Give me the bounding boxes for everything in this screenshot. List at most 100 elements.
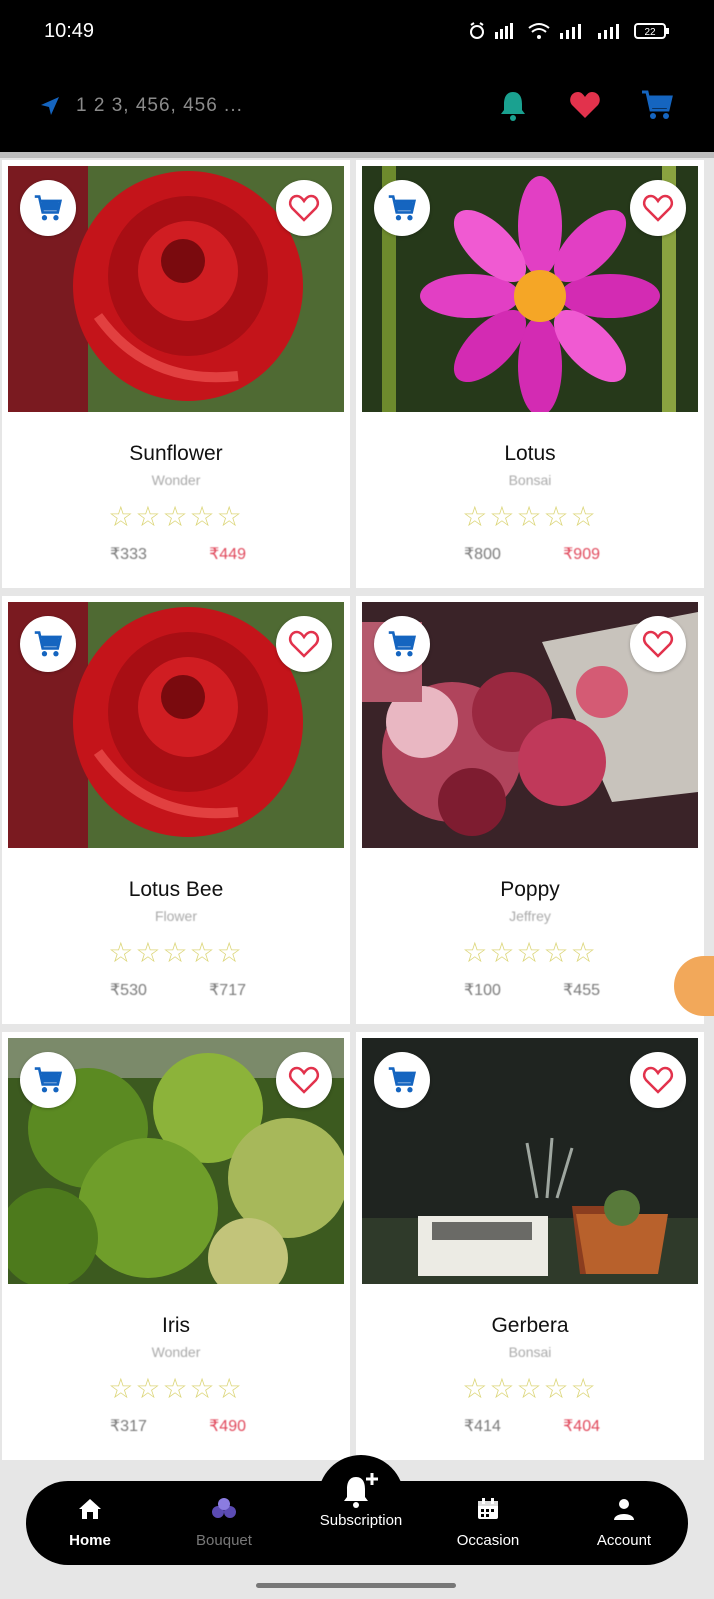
rating-stars: ☆☆☆☆☆ (108, 501, 244, 532)
notification-bell-icon[interactable] (496, 88, 530, 122)
heart-outline-icon (642, 630, 674, 658)
heart-outline-icon (288, 194, 320, 222)
status-time: 10:49 (44, 20, 95, 42)
sale-price: ₹449 (209, 546, 246, 563)
product-category: Wonder (151, 1344, 201, 1360)
add-to-wishlist-button[interactable] (276, 180, 332, 236)
product-name: Lotus Bee (128, 878, 224, 901)
nav-account[interactable]: Account (586, 1496, 662, 1549)
cellular-icon (560, 24, 581, 39)
product-card[interactable]: Lotus Bonsai ☆☆☆☆☆ ₹800 ₹909 (356, 160, 704, 588)
sale-price: ₹717 (209, 982, 246, 999)
cart-icon (34, 631, 63, 657)
product-prices: ₹317 ₹490 (2, 1416, 350, 1436)
add-to-wishlist-button[interactable] (276, 1052, 332, 1108)
add-to-cart-button[interactable] (374, 180, 430, 236)
rating-stars: ☆☆☆☆☆ (462, 501, 598, 532)
product-name: Lotus (504, 442, 556, 465)
nav-occasion[interactable]: Occasion (446, 1496, 530, 1549)
home-icon (79, 1499, 101, 1519)
account-icon (614, 1499, 634, 1520)
app-bar: 1 2 3, 456, 456 ... (0, 60, 714, 152)
product-card[interactable]: Iris Wonder ☆☆☆☆☆ ₹317 ₹490 (2, 1032, 350, 1460)
status-icons: 22 (468, 22, 670, 40)
sale-price: ₹455 (563, 982, 600, 999)
bell-plus-icon (344, 1473, 378, 1508)
nav-home[interactable]: Home (62, 1496, 118, 1549)
battery-icon: 22 (634, 23, 669, 39)
nav-account-label: Account (596, 1532, 652, 1549)
nav-bouquet-label: Bouquet (196, 1532, 252, 1549)
product-prices: ₹800 ₹909 (356, 544, 704, 564)
heart-outline-icon (642, 194, 674, 222)
heart-outline-icon (288, 630, 320, 658)
product-name: Sunflower (129, 442, 223, 465)
wishlist-heart-icon[interactable] (568, 88, 602, 122)
cart-icon (388, 1067, 417, 1093)
product-name: Iris (162, 1314, 190, 1337)
calendar-icon (478, 1498, 498, 1519)
add-to-cart-button[interactable] (20, 616, 76, 672)
nav-bouquet[interactable]: Bouquet (186, 1496, 262, 1549)
cart-icon (34, 1067, 63, 1093)
rating-stars: ☆☆☆☆☆ (462, 1373, 598, 1404)
cart-icon (388, 631, 417, 657)
product-prices: ₹414 ₹404 (356, 1416, 704, 1436)
cart-icon (388, 195, 417, 221)
product-card[interactable]: Poppy Jeffrey ☆☆☆☆☆ ₹100 ₹455 (356, 596, 704, 1024)
heart-outline-icon (642, 1066, 674, 1094)
product-category: Bonsai (508, 1344, 552, 1360)
cart-icon[interactable] (640, 88, 674, 122)
rating-stars: ☆☆☆☆☆ (462, 937, 598, 968)
product-category: Flower (154, 908, 197, 924)
add-to-cart-button[interactable] (374, 1052, 430, 1108)
add-to-wishlist-button[interactable] (630, 616, 686, 672)
product-name: Poppy (500, 878, 560, 901)
product-prices: ₹100 ₹455 (356, 980, 704, 1000)
navigation-arrow-icon (41, 97, 59, 115)
rating-stars: ☆☆☆☆☆ (108, 1373, 244, 1404)
original-price: ₹100 (464, 982, 501, 999)
original-price: ₹333 (110, 546, 147, 563)
product-card[interactable]: Gerbera Bonsai ☆☆☆☆☆ ₹414 ₹404 (356, 1032, 704, 1460)
alarm-icon (470, 22, 484, 39)
product-name: Gerbera (491, 1314, 569, 1337)
rating-stars: ☆☆☆☆☆ (108, 937, 244, 968)
wifi-icon (528, 23, 550, 39)
header-divider (0, 152, 714, 158)
system-home-indicator[interactable] (256, 1583, 456, 1588)
original-price: ₹414 (464, 1418, 501, 1435)
product-prices: ₹530 ₹717 (2, 980, 350, 1000)
sale-price: ₹404 (563, 1418, 600, 1435)
add-to-cart-button[interactable] (20, 180, 76, 236)
sale-price: ₹490 (209, 1418, 246, 1435)
bouquet-icon (212, 1498, 236, 1518)
product-prices: ₹333 ₹449 (2, 544, 350, 564)
nav-subscription-label: Subscription (319, 1512, 403, 1529)
signal-strength-icon (495, 23, 513, 39)
product-category: Bonsai (508, 472, 552, 488)
nav-occasion-label: Occasion (456, 1532, 520, 1549)
product-card[interactable]: Lotus Bee Flower ☆☆☆☆☆ ₹530 ₹717 (2, 596, 350, 1024)
battery-level: 22 (644, 27, 656, 38)
nav-home-label: Home (69, 1532, 111, 1549)
location-text: 1 2 3, 456, 456 ... (76, 95, 243, 116)
nav-subscription[interactable]: Subscription (306, 1512, 416, 1529)
product-category: Jeffrey (509, 908, 551, 924)
original-price: ₹800 (464, 546, 501, 563)
sale-price: ₹909 (563, 546, 600, 563)
product-card[interactable]: Sunflower Wonder ☆☆☆☆☆ ₹333 ₹449 (2, 160, 350, 588)
cart-icon (34, 195, 63, 221)
product-category: Wonder (151, 472, 201, 488)
location-selector[interactable]: 1 2 3, 456, 456 ... (38, 94, 243, 118)
add-to-wishlist-button[interactable] (630, 180, 686, 236)
status-bar: 10:49 22 (0, 0, 714, 60)
add-to-wishlist-button[interactable] (630, 1052, 686, 1108)
cellular-icon-2 (598, 24, 619, 39)
add-to-wishlist-button[interactable] (276, 616, 332, 672)
heart-outline-icon (288, 1066, 320, 1094)
add-to-cart-button[interactable] (20, 1052, 76, 1108)
original-price: ₹317 (110, 1418, 147, 1435)
add-to-cart-button[interactable] (374, 616, 430, 672)
original-price: ₹530 (110, 982, 147, 999)
